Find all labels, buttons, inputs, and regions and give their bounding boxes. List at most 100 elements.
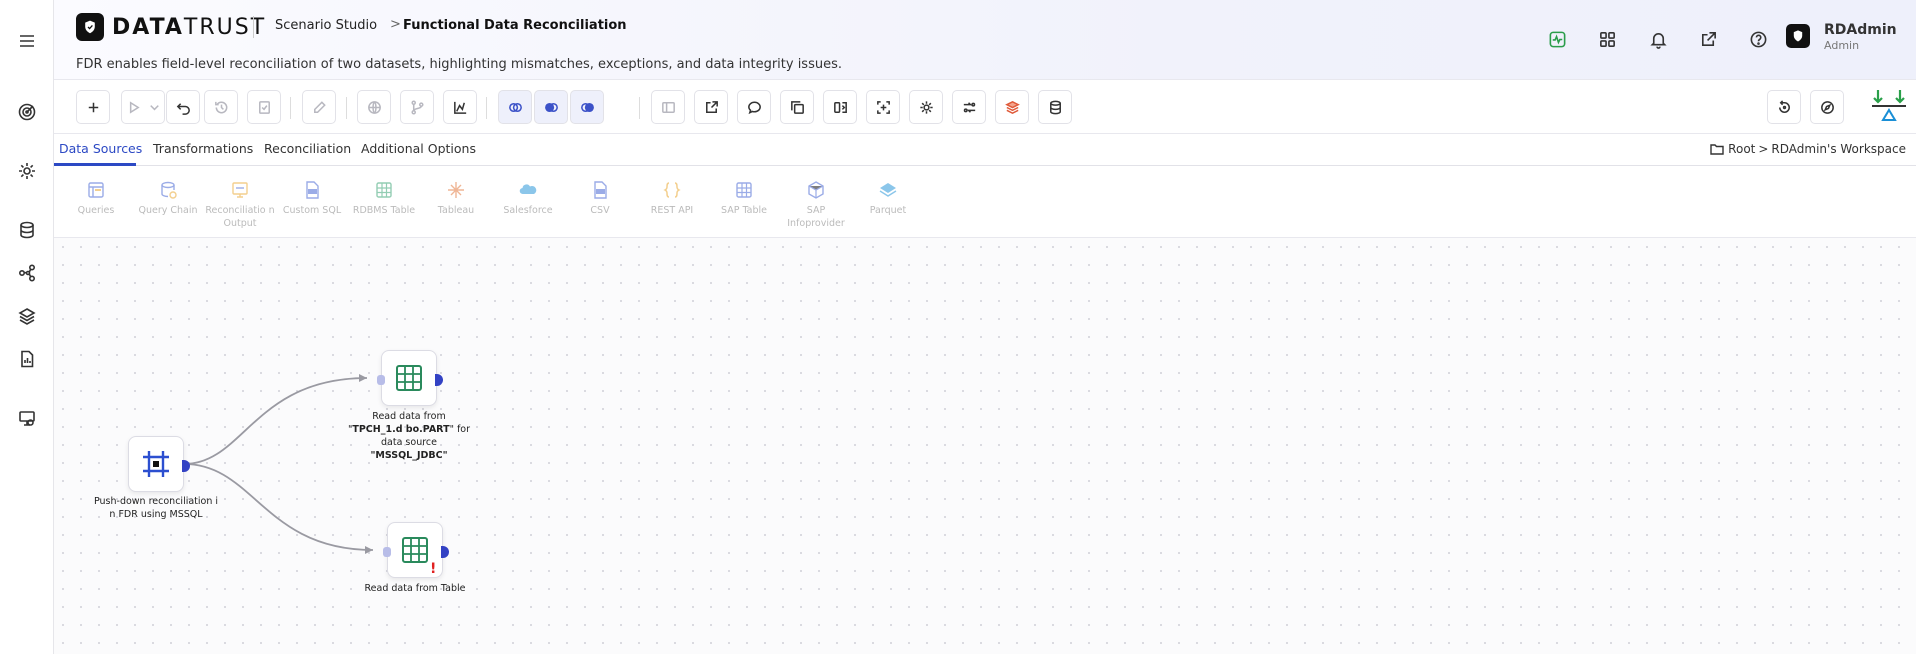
copy-icon: [790, 100, 804, 114]
run-button[interactable]: [121, 90, 145, 124]
revert-icon: [1778, 99, 1790, 113]
edit-button[interactable]: [302, 90, 336, 124]
avatar: [1786, 24, 1810, 48]
salesforce-icon: [519, 184, 537, 195]
workspace-breadcrumb[interactable]: Root > RDAdmin's Workspace: [1710, 142, 1906, 156]
chevron-down-icon: [150, 104, 159, 110]
target-icon[interactable]: [13, 98, 41, 126]
venn-inner-icon: [508, 102, 522, 112]
query-chain-icon: [161, 181, 177, 199]
palette-item-parquet[interactable]: Parquet: [851, 180, 925, 217]
run-options-button[interactable]: [145, 90, 165, 124]
palette-item-rest-api[interactable]: REST API: [635, 180, 709, 217]
frame-icon: [143, 451, 169, 477]
app-root: DATATRUST Scenario Studio > Functional D…: [0, 0, 1916, 654]
scan-icon: [876, 100, 890, 114]
copy-button[interactable]: [780, 90, 814, 124]
comment-icon: [747, 101, 761, 114]
warning-icon: !: [430, 561, 437, 577]
palette-item-tableau[interactable]: Tableau: [419, 180, 493, 217]
edge-pushdown-to-table1[interactable]: [183, 377, 368, 465]
revert-button[interactable]: [1767, 90, 1801, 124]
globe-icon: [367, 100, 381, 114]
palette-item-custom-sql[interactable]: Custom SQL: [275, 180, 349, 217]
venn-left-icon: [544, 102, 558, 112]
tab-data-sources[interactable]: Data Sources: [59, 141, 142, 156]
chart-button[interactable]: [443, 90, 477, 124]
compass-button[interactable]: [1810, 90, 1844, 124]
user-menu[interactable]: RDAdmin Admin: [1786, 22, 1897, 52]
add-button[interactable]: [76, 90, 110, 124]
history-button[interactable]: [204, 90, 238, 124]
comment-button[interactable]: [737, 90, 771, 124]
node-read-table[interactable]: !: [383, 522, 449, 578]
tableau-icon: [448, 182, 464, 198]
tab-bar: Data Sources Transformations Reconciliat…: [54, 134, 1916, 166]
palette-item-sap-infoprovider[interactable]: SAP Infoprovider: [779, 180, 853, 230]
palette-item-sap-table[interactable]: SAP Table: [707, 180, 781, 217]
collapse-button[interactable]: [651, 90, 685, 124]
report-icon[interactable]: [13, 345, 41, 373]
palette-item-salesforce[interactable]: Salesforce: [491, 180, 565, 217]
join-right-button[interactable]: [570, 90, 604, 124]
join-left-button[interactable]: [534, 90, 568, 124]
toolbar-divider: [346, 97, 347, 119]
table-icon: [396, 365, 422, 391]
document-check-icon: [258, 100, 270, 114]
gear-icon: [919, 100, 933, 114]
tab-additional-options[interactable]: Additional Options: [361, 141, 476, 156]
bell-icon[interactable]: [1646, 27, 1670, 51]
page-title: Functional Data Reconciliation: [403, 18, 627, 33]
activity-icon[interactable]: [1545, 27, 1569, 51]
tab-reconciliation[interactable]: Reconciliation: [264, 141, 351, 156]
input-port[interactable]: [377, 375, 385, 385]
monitor-icon[interactable]: [13, 404, 41, 432]
database-icon: [1049, 100, 1061, 114]
layers-icon[interactable]: [13, 302, 41, 330]
palette-item-queries[interactable]: Queries: [59, 180, 133, 217]
palette-item-reconciliation-output[interactable]: Reconciliatio n Output: [203, 180, 277, 230]
node-pushdown-reconciliation[interactable]: [128, 436, 190, 492]
balance-scale-icon[interactable]: [1870, 88, 1908, 126]
join-inner-button[interactable]: [498, 90, 532, 124]
globe-button[interactable]: [357, 90, 391, 124]
connection-layer: [183, 374, 374, 554]
venn-right-icon: [580, 102, 594, 112]
database-icon[interactable]: [13, 216, 41, 244]
branch-button[interactable]: [400, 90, 434, 124]
database-button[interactable]: [1038, 90, 1072, 124]
undo-button[interactable]: [166, 90, 200, 124]
validate-button[interactable]: [247, 90, 281, 124]
csv-icon: [594, 181, 607, 199]
workflow-canvas[interactable]: Push-down reconciliation i n FDR using M…: [54, 238, 1916, 654]
left-rail: [0, 0, 54, 654]
breadcrumb-workspace[interactable]: RDAdmin's Workspace: [1771, 142, 1906, 156]
export-button[interactable]: [694, 90, 728, 124]
settings-button[interactable]: [909, 90, 943, 124]
tab-transformations[interactable]: Transformations: [153, 141, 253, 156]
palette-item-rdbms-table[interactable]: RDBMS Table: [347, 180, 421, 217]
mapping-button[interactable]: [952, 90, 986, 124]
help-icon[interactable]: [1746, 27, 1770, 51]
graph-icon[interactable]: [13, 259, 41, 287]
menu-icon[interactable]: [13, 27, 41, 55]
palette-item-csv[interactable]: CSV: [563, 180, 637, 217]
layers-button[interactable]: [995, 90, 1029, 124]
logo[interactable]: DATATRUST: [76, 13, 266, 41]
gear-icon[interactable]: [13, 157, 41, 185]
toolbar-divider: [486, 97, 487, 119]
compare-button[interactable]: [823, 90, 857, 124]
palette-item-query-chain[interactable]: Query Chain: [131, 180, 205, 217]
input-port[interactable]: [383, 547, 391, 557]
stack-icon: [1004, 100, 1020, 114]
undo-icon: [176, 102, 190, 115]
scan-button[interactable]: [866, 90, 900, 124]
node-read-table-part[interactable]: [377, 350, 443, 406]
apps-grid-icon[interactable]: [1595, 27, 1619, 51]
reconciliation-output-icon: [232, 182, 248, 198]
breadcrumb-root[interactable]: Root: [1728, 142, 1755, 156]
breadcrumb-parent[interactable]: Scenario Studio: [275, 18, 377, 33]
node-label: Read data from "TPCH_1.d bo.PART" for da…: [347, 411, 471, 461]
breadcrumb-separator: >: [1758, 142, 1769, 156]
external-link-icon[interactable]: [1696, 27, 1720, 51]
